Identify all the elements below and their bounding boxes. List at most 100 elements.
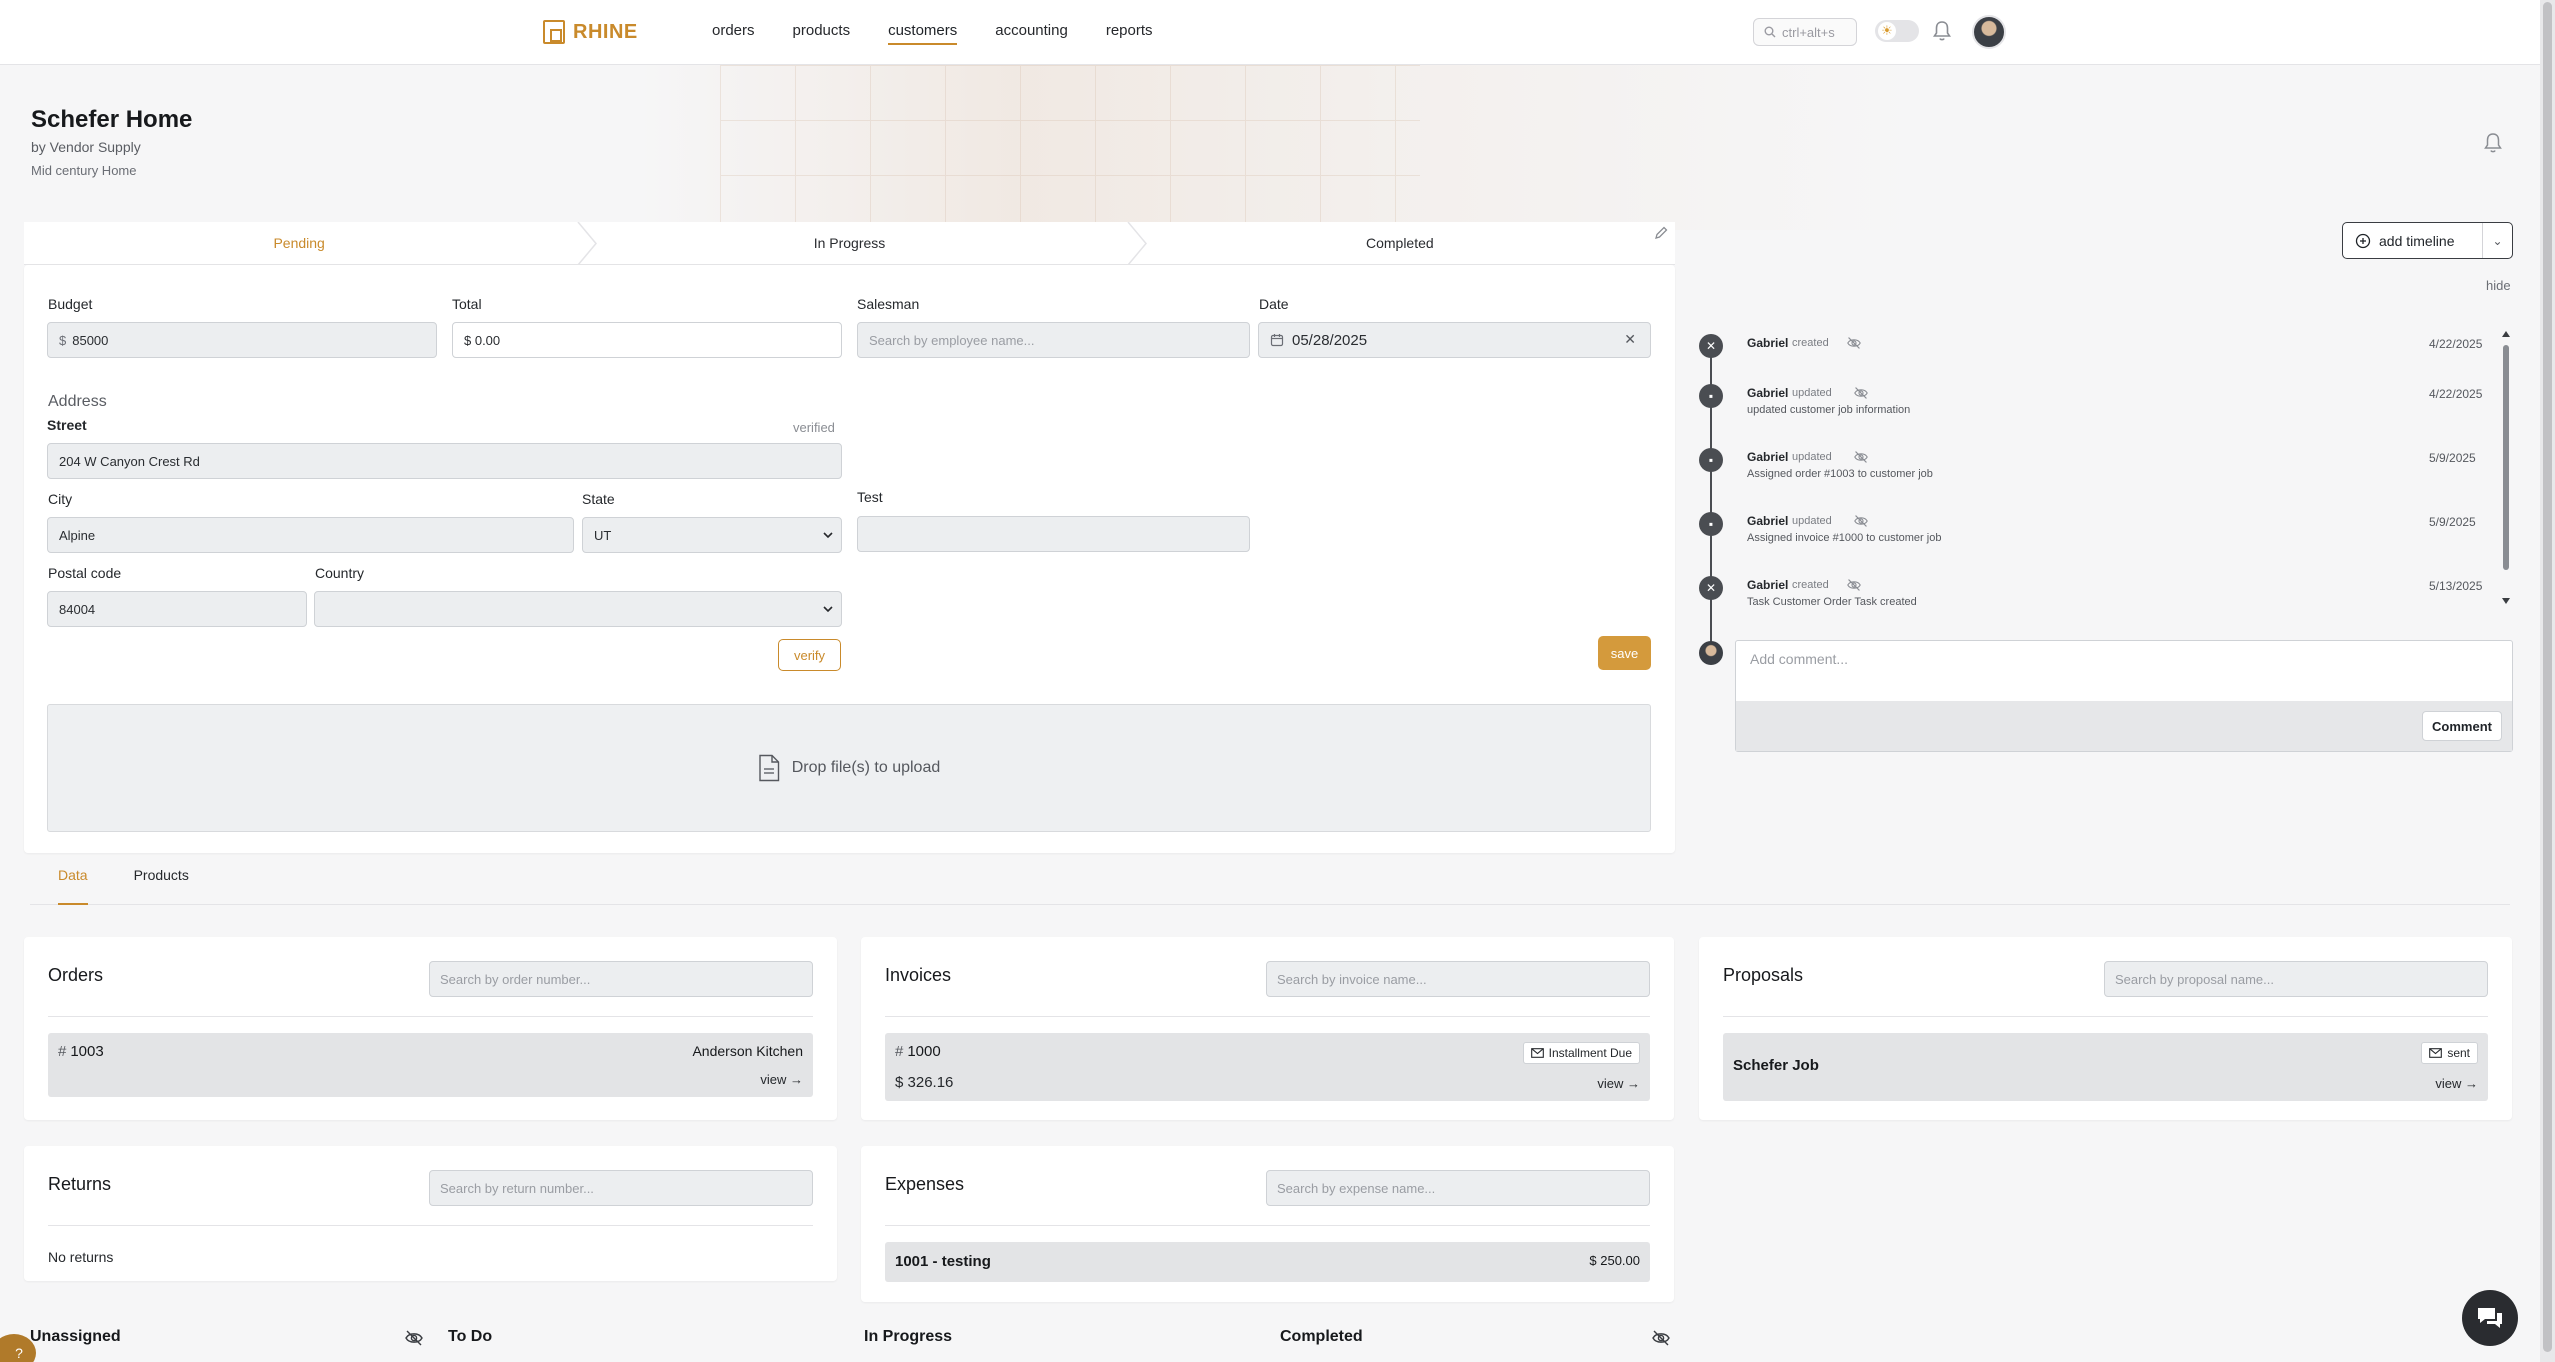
timeline-user: Gabriel xyxy=(1747,386,1789,400)
proposal-view-link[interactable]: view → xyxy=(2435,1076,2478,1091)
eye-off-icon[interactable] xyxy=(1846,578,1862,592)
timeline-date: 4/22/2025 xyxy=(2429,387,2483,401)
chevron-down-icon[interactable]: ⌄ xyxy=(2483,234,2512,248)
address-section-title: Address xyxy=(48,393,107,410)
step-separator-icon xyxy=(577,222,597,265)
nav-reports[interactable]: reports xyxy=(1106,22,1153,45)
timeline-user: Gabriel xyxy=(1747,514,1789,528)
timeline-action: updated xyxy=(1792,387,1832,399)
comment-editor[interactable]: Add comment... Comment xyxy=(1735,640,2513,752)
invoice-view-link[interactable]: view → xyxy=(1597,1076,1640,1091)
total-input[interactable]: $ 0.00 xyxy=(452,322,842,358)
brand-logo[interactable]: RHINE xyxy=(543,20,638,44)
nav-orders[interactable]: orders xyxy=(712,22,755,45)
test-label: Test xyxy=(857,489,883,505)
invoices-card: Invoices Search by invoice name... #1000… xyxy=(861,937,1674,1120)
add-timeline-main[interactable]: add timeline xyxy=(2343,223,2483,258)
eye-off-icon[interactable] xyxy=(1853,450,1869,464)
eye-off-icon[interactable] xyxy=(1853,514,1869,528)
proposals-search-input[interactable]: Search by proposal name... xyxy=(2104,961,2488,997)
eye-off-icon[interactable] xyxy=(1651,1329,1671,1347)
step-separator-icon xyxy=(1127,222,1147,265)
salesman-search-input[interactable]: Search by employee name... xyxy=(857,322,1250,358)
returns-search-input[interactable]: Search by return number... xyxy=(429,1170,813,1206)
invoice-number: #1000 xyxy=(895,1043,941,1060)
nav-accounting[interactable]: accounting xyxy=(995,22,1068,45)
header-pattern xyxy=(720,65,1420,230)
test-input[interactable] xyxy=(857,516,1250,552)
chat-support-button[interactable] xyxy=(2462,1290,2518,1346)
kanban-column-unassigned: Unassigned xyxy=(30,1328,121,1345)
file-dropzone[interactable]: Drop file(s) to upload xyxy=(47,704,1651,832)
step-in-progress[interactable]: In Progress xyxy=(574,222,1124,264)
theme-toggle[interactable]: ☀ xyxy=(1875,20,1919,42)
save-button[interactable]: save xyxy=(1598,636,1651,670)
nav-customers[interactable]: customers xyxy=(888,22,958,45)
scroll-up-icon[interactable] xyxy=(2501,330,2511,338)
page-scrollbar-thumb[interactable] xyxy=(2543,2,2552,1352)
orders-search-placeholder: Search by order number... xyxy=(440,971,591,987)
verify-address-button[interactable]: verify xyxy=(778,639,841,671)
user-avatar[interactable] xyxy=(1972,15,2006,49)
comment-button[interactable]: Comment xyxy=(2422,711,2502,741)
expenses-search-input[interactable]: Search by expense name... xyxy=(1266,1170,1650,1206)
timeline-scrollbar[interactable] xyxy=(2503,345,2509,570)
tab-data[interactable]: Data xyxy=(30,857,116,905)
order-view-link[interactable]: view → xyxy=(760,1072,803,1087)
step-pending[interactable]: Pending xyxy=(24,222,574,264)
hide-timeline-link[interactable]: hide xyxy=(2486,278,2511,293)
global-search-button[interactable]: ctrl+alt+s xyxy=(1753,18,1857,46)
city-input[interactable]: Alpine xyxy=(47,517,574,553)
invoice-row[interactable]: #1000 $ 326.16 Installment Due view → xyxy=(885,1033,1650,1101)
timeline-action: updated xyxy=(1792,451,1832,463)
order-row[interactable]: #1003 Anderson Kitchen view → xyxy=(48,1033,813,1097)
city-label: City xyxy=(48,491,73,507)
nav-products[interactable]: products xyxy=(793,22,851,45)
sun-icon: ☀ xyxy=(1878,22,1896,40)
state-select[interactable]: UT xyxy=(582,517,842,553)
country-select[interactable] xyxy=(314,591,842,627)
street-label: Street xyxy=(47,417,87,433)
scroll-down-icon[interactable] xyxy=(2501,597,2511,605)
salesman-label: Salesman xyxy=(857,296,920,312)
street-value: 204 W Canyon Crest Rd xyxy=(59,453,200,469)
folder-icon: ▪ xyxy=(1699,384,1723,408)
clear-date-icon[interactable]: ✕ xyxy=(1624,331,1636,348)
budget-label: Budget xyxy=(48,296,93,312)
expense-row[interactable]: 1001 - testing $ 250.00 xyxy=(885,1242,1650,1282)
search-shortcut: ctrl+alt+s xyxy=(1782,24,1835,40)
state-label: State xyxy=(582,491,615,507)
notifications-bell-icon[interactable] xyxy=(1932,20,1952,42)
tab-products[interactable]: Products xyxy=(116,857,217,904)
edit-pencil-icon[interactable] xyxy=(1653,225,1669,241)
eye-off-icon[interactable] xyxy=(1853,386,1869,400)
main-nav: orders products customers accounting rep… xyxy=(712,22,1153,45)
dropzone-label: Drop file(s) to upload xyxy=(791,759,941,776)
budget-input[interactable]: $ 85000 xyxy=(47,322,437,358)
chevron-down-icon xyxy=(823,532,833,539)
proposals-search-placeholder: Search by proposal name... xyxy=(2115,971,2274,987)
order-number-value: 1003 xyxy=(70,1043,104,1060)
invoice-status-badge: Installment Due xyxy=(1522,1042,1640,1064)
orders-search-input[interactable]: Search by order number... xyxy=(429,961,813,997)
eye-off-icon[interactable] xyxy=(1846,336,1862,350)
subscribe-bell-icon[interactable] xyxy=(2482,132,2504,154)
postal-code-input[interactable]: 84004 xyxy=(47,591,307,627)
returns-search-placeholder: Search by return number... xyxy=(440,1180,594,1196)
add-timeline-button[interactable]: add timeline ⌄ xyxy=(2342,222,2513,259)
step-completed[interactable]: Completed xyxy=(1125,222,1675,264)
date-picker[interactable]: 05/28/2025 ✕ xyxy=(1258,322,1651,358)
invoices-search-input[interactable]: Search by invoice name... xyxy=(1266,961,1650,997)
divider xyxy=(1723,1016,2488,1017)
timeline-description: Assigned order #1003 to customer job xyxy=(1747,468,1933,480)
timeline-event: ▪ Gabriel updated 5/9/2025 Assigned invoice … xyxy=(1699,512,2499,552)
invoice-number-value: 1000 xyxy=(907,1043,941,1060)
eye-off-icon[interactable] xyxy=(404,1329,424,1347)
timeline-user: Gabriel xyxy=(1747,450,1789,464)
expense-name: 1001 - testing xyxy=(895,1253,991,1270)
timeline-event: ▪ Gabriel updated 4/22/2025 updated customer… xyxy=(1699,384,2499,424)
divider xyxy=(48,1016,813,1017)
order-customer: Anderson Kitchen xyxy=(692,1043,803,1059)
proposal-row[interactable]: Schefer Job sent view → xyxy=(1723,1033,2488,1101)
street-input[interactable]: 204 W Canyon Crest Rd xyxy=(47,443,842,479)
